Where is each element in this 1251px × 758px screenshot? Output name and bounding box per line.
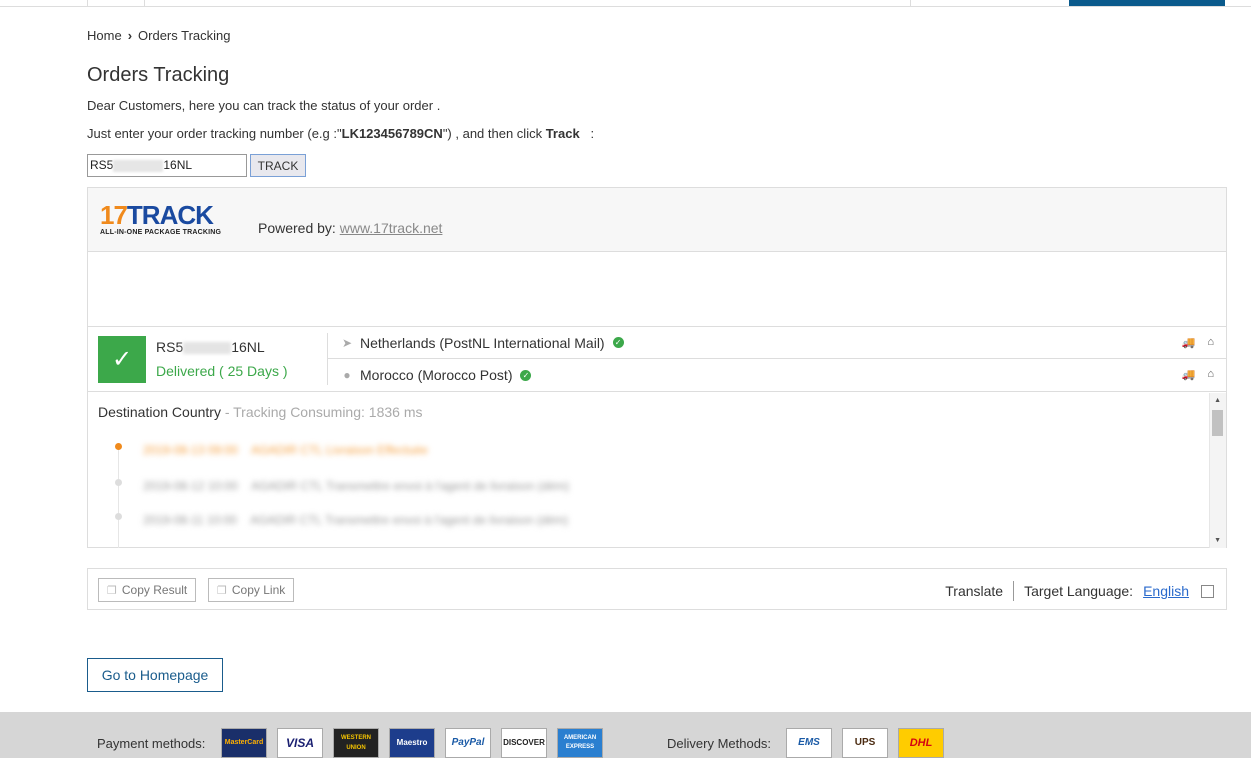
maestro-logo: Maestro (389, 728, 435, 758)
go-to-homepage-button[interactable]: Go to Homepage (87, 658, 223, 692)
discover-logo: DISCOVER (501, 728, 547, 758)
visa-logo: VISA (277, 728, 323, 758)
ems-logo: EMS (786, 728, 832, 758)
footer: Payment methods: MasterCard VISA WESTERN… (0, 712, 1251, 758)
logo-text: TRACK (126, 200, 214, 230)
instruction-mid: ") , and then click (442, 126, 546, 141)
breadcrumb-current: Orders Tracking (138, 28, 231, 43)
home-icon[interactable]: ⌂ (1207, 368, 1214, 381)
powered-link[interactable]: www.17track.net (340, 220, 443, 236)
top-nav-segment[interactable] (0, 0, 88, 6)
track-button[interactable]: TRACK (250, 154, 306, 177)
powered-by: Powered by: www.17track.net (258, 220, 442, 236)
instruction-example: LK123456789CN (341, 126, 443, 141)
copy-icon: ❐ (217, 584, 227, 597)
american-express-logo: AMERICAN EXPRESS (557, 728, 603, 758)
widget-header: 17TRACK ALL-IN-ONE PACKAGE TRACKING Powe… (88, 188, 1226, 252)
check-circle-icon: ✓ (520, 369, 532, 381)
events-title: Destination Country (98, 404, 221, 420)
event-text: AGADIR CTL Transmettre envoi à l'agent d… (251, 479, 570, 493)
target-language-link[interactable]: English (1143, 583, 1189, 599)
check-circle-icon: ✓ (612, 337, 624, 348)
events-scrollbar[interactable]: ▲ ▼ (1209, 393, 1226, 548)
origin-leg: ➤ Netherlands (PostNL International Mail… (328, 327, 1226, 359)
target-language-label: Target Language: (1024, 583, 1134, 599)
ups-logo: UPS (842, 728, 888, 758)
events-panel[interactable]: Destination Country - Tracking Consuming… (88, 393, 1226, 548)
home-icon[interactable]: ⌂ (1207, 336, 1214, 349)
breadcrumb: Home › Orders Tracking (87, 28, 231, 43)
chevron-right-icon: › (127, 28, 133, 43)
top-nav-segment[interactable] (88, 0, 145, 6)
intro-text: Dear Customers, here you can track the s… (87, 98, 441, 113)
event-item: 2019-08-11 10:00 AGADIR CTL Transmettre … (143, 513, 568, 527)
delivery-methods-label: Delivery Methods: (667, 736, 772, 751)
paypal-logo: PayPal (445, 728, 491, 758)
mastercard-logo: MasterCard (221, 728, 267, 758)
instruction-suffix: : (579, 126, 595, 141)
divider (1013, 581, 1015, 601)
actions-bar: ❐ Copy Result ❐ Copy Link Translate Target… (87, 568, 1227, 610)
logo-tagline: ALL-IN-ONE PACKAGE TRACKING (100, 229, 222, 236)
redacted-blur (113, 159, 164, 172)
timeline-dot (115, 479, 122, 486)
event-date: 2019-08-13 09:00 (143, 443, 238, 457)
redacted-blur (183, 342, 232, 355)
instruction-prefix: Just enter your order tracking number (e… (87, 126, 342, 141)
translate-button[interactable]: Translate (945, 583, 1003, 599)
tracking-input-start: RS5 (90, 158, 114, 172)
event-date: 2019-08-12 10:00 (143, 479, 238, 493)
timeline-dot (115, 443, 122, 450)
location-pin-icon: ● (343, 368, 351, 382)
top-nav-active-tab[interactable] (1069, 0, 1225, 6)
send-icon: ➤ (341, 335, 353, 350)
western-union-logo: WESTERN UNION (333, 728, 379, 758)
events-header: Destination Country - Tracking Consuming… (98, 404, 422, 420)
tracking-widget: 17TRACK ALL-IN-ONE PACKAGE TRACKING Powe… (87, 187, 1227, 548)
instruction-track: Track (545, 126, 580, 141)
origin-carrier: Netherlands (PostNL International Mail) (360, 334, 605, 351)
destination-leg: ● Morocco (Morocco Post) ✓ 🚚 ⌂ (328, 359, 1226, 391)
destination-carrier: Morocco (Morocco Post) (360, 367, 513, 383)
truck-icon[interactable]: 🚚 (1182, 336, 1196, 349)
copy-result-button[interactable]: ❐ Copy Result (98, 578, 197, 602)
copy-link-button[interactable]: ❐ Copy Link (208, 578, 295, 602)
result-tracking-number: RS5 16NL (156, 339, 265, 355)
page-title: Orders Tracking (87, 64, 230, 86)
top-nav-bar (0, 0, 1251, 7)
truck-icon[interactable]: 🚚 (1182, 368, 1196, 381)
17track-logo: 17TRACK ALL-IN-ONE PACKAGE TRACKING (100, 202, 221, 236)
scroll-down-icon[interactable]: ▼ (1214, 537, 1221, 544)
event-item: 2019-08-13 09:00 AGADIR CTL Livraison Ef… (143, 443, 428, 457)
logo-number: 17 (100, 200, 128, 230)
translate-checkbox[interactable] (1201, 584, 1214, 598)
powered-label: Powered by: (258, 220, 340, 236)
tracking-input-end: 16NL (163, 158, 193, 172)
scroll-up-icon[interactable]: ▲ (1214, 397, 1221, 404)
event-text: AGADIR CTL Transmettre envoi à l'agent d… (250, 513, 569, 527)
copy-result-label: Copy Result (121, 583, 188, 597)
tracking-result-row: ✓ RS5 16NL Delivered ( 25 Days ) ➤ Nether… (88, 326, 1226, 392)
instruction-text: Just enter your order tracking number (e… (87, 126, 594, 141)
translate-controls: Translate Target Language: English (945, 581, 1214, 601)
dhl-logo: DHL (898, 728, 944, 758)
check-icon: ✓ (98, 336, 146, 383)
result-tracking-end: 16NL (231, 339, 265, 355)
timeline-line (118, 443, 119, 548)
delivery-status: Delivered ( 25 Days ) (156, 363, 288, 379)
top-nav-segment[interactable] (145, 0, 911, 6)
scrollbar-thumb[interactable] (1212, 410, 1223, 436)
event-item: 2019-08-12 10:00 AGADIR CTL Transmettre … (143, 479, 569, 493)
tracking-number-input[interactable]: RS5 16NL (87, 154, 247, 177)
payment-methods-label: Payment methods: (97, 736, 206, 751)
copy-icon: ❐ (107, 584, 117, 597)
breadcrumb-home[interactable]: Home (87, 28, 122, 43)
timeline-dot (115, 513, 122, 520)
copy-link-label: Copy Link (231, 583, 286, 597)
event-text: AGADIR CTL Livraison Effectuée (251, 443, 428, 457)
events-meta: - Tracking Consuming: 1836 ms (220, 404, 423, 420)
event-date: 2019-08-11 10:00 (143, 513, 237, 527)
result-tracking-start: RS5 (156, 339, 184, 355)
